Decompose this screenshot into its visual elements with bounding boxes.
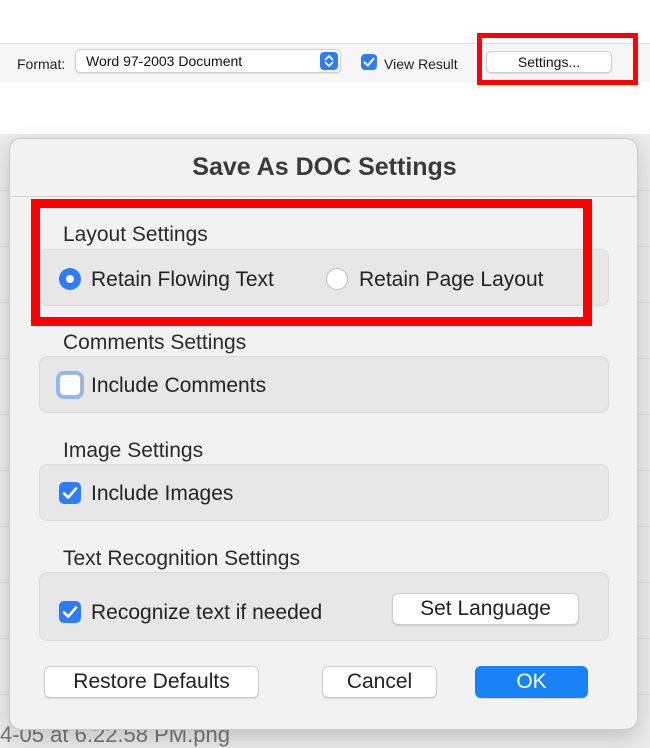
dialog-title: Save As DOC Settings bbox=[192, 153, 457, 181]
format-label: Format: bbox=[17, 56, 66, 72]
text-recognition-settings-label: Text Recognition Settings bbox=[63, 547, 300, 570]
checkmark-icon bbox=[363, 57, 375, 67]
checkmark-icon bbox=[62, 606, 78, 618]
comments-settings-group: Include Comments bbox=[39, 356, 609, 413]
checkmark-icon bbox=[62, 487, 78, 499]
image-settings-group: Include Images bbox=[39, 464, 609, 521]
ok-button[interactable]: OK bbox=[475, 666, 588, 698]
title-separator bbox=[10, 196, 637, 197]
image-settings-label: Image Settings bbox=[63, 439, 204, 462]
text-recognition-settings-group: Recognize text if needed Set Language bbox=[39, 572, 609, 641]
format-select[interactable]: Word 97-2003 Document bbox=[75, 49, 341, 73]
cancel-button[interactable]: Cancel bbox=[322, 666, 437, 698]
include-comments-label[interactable]: Include Comments bbox=[91, 374, 266, 398]
view-result-label[interactable]: View Result bbox=[384, 56, 458, 72]
select-stepper-icon bbox=[320, 52, 338, 70]
comments-settings-label: Comments Settings bbox=[63, 331, 247, 354]
set-language-button[interactable]: Set Language bbox=[392, 593, 579, 625]
settings-highlight-box bbox=[477, 33, 638, 85]
include-images-checkbox[interactable] bbox=[59, 482, 81, 504]
include-images-label[interactable]: Include Images bbox=[91, 482, 233, 506]
layout-settings-highlight-box bbox=[31, 199, 592, 326]
include-comments-checkbox[interactable] bbox=[59, 374, 81, 396]
recognize-text-checkbox[interactable] bbox=[59, 601, 81, 623]
restore-defaults-button[interactable]: Restore Defaults bbox=[44, 666, 259, 698]
toolbar-bottom-area bbox=[0, 82, 650, 134]
view-result-checkbox[interactable] bbox=[361, 54, 377, 70]
format-select-value: Word 97-2003 Document bbox=[86, 53, 243, 69]
recognize-text-label[interactable]: Recognize text if needed bbox=[91, 601, 322, 625]
